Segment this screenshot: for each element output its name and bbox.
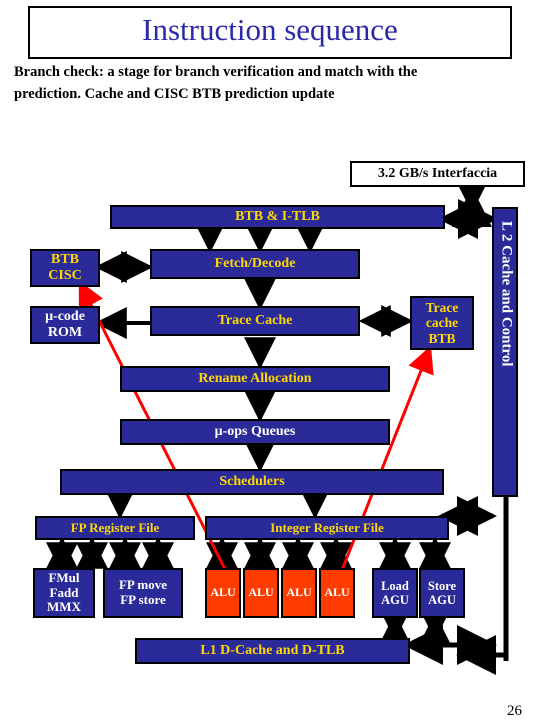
fp-regfile-block: FP Register File	[35, 516, 195, 540]
tcbtb-l1: Trace	[426, 300, 459, 316]
fpmove-l1: FP move	[119, 578, 167, 593]
l2-cache-block: L 2 Cache and Control	[492, 207, 518, 497]
page-title: Instruction sequence	[28, 6, 512, 59]
l2-cache-label: L 2 Cache and Control	[497, 221, 514, 367]
subtitle-line2: prediction. Cache and CISC BTB predictio…	[14, 85, 526, 103]
slide-number: 26	[507, 703, 522, 720]
ucode-rom-block: μ-code ROM	[30, 306, 100, 344]
load-l2: AGU	[381, 593, 409, 607]
alu-2-block: ALU	[243, 568, 279, 618]
rename-alloc-block: Rename Allocation	[120, 366, 390, 392]
load-agu-block: Load AGU	[372, 568, 418, 618]
diagram-stage: 3.2 GB/s Interfaccia BTB & I-TLB BTB CIS…	[0, 161, 540, 726]
fmul-block: FMul Fadd MMX	[33, 568, 95, 618]
fpmove-block: FP move FP store	[103, 568, 183, 618]
load-l1: Load	[381, 579, 409, 593]
fetch-decode-block: Fetch/Decode	[150, 249, 360, 279]
fmul-l1: FMul	[48, 571, 79, 586]
tcbtb-l2: cache	[426, 315, 458, 331]
alu-4-block: ALU	[319, 568, 355, 618]
subtitle-line1: Branch check: a stage for branch verific…	[14, 63, 526, 81]
fpmove-l2: FP store	[120, 593, 166, 608]
btb-cisc-block: BTB CISC	[30, 249, 100, 287]
l1d-block: L1 D-Cache and D-TLB	[135, 638, 410, 664]
store-l1: Store	[428, 579, 456, 593]
ucode-rom-l2: ROM	[48, 325, 82, 341]
trace-cache-block: Trace Cache	[150, 306, 360, 336]
interface-label: 3.2 GB/s Interfaccia	[350, 161, 525, 187]
btb-cisc-l2: CISC	[48, 268, 81, 284]
ucode-rom-l1: μ-code	[45, 309, 85, 325]
fmul-l2: Fadd	[50, 586, 79, 601]
alu-3-block: ALU	[281, 568, 317, 618]
btb-itlb-block: BTB & I-TLB	[110, 205, 445, 229]
trace-cache-btb-block: Trace cache BTB	[410, 296, 474, 350]
tcbtb-l3: BTB	[428, 331, 455, 347]
alu-1-block: ALU	[205, 568, 241, 618]
uops-queues-block: μ-ops Queues	[120, 419, 390, 445]
int-regfile-block: Integer Register File	[205, 516, 449, 540]
btb-cisc-l1: BTB	[51, 252, 79, 268]
store-l2: AGU	[428, 593, 456, 607]
store-agu-block: Store AGU	[419, 568, 465, 618]
schedulers-block: Schedulers	[60, 469, 444, 495]
fmul-l3: MMX	[47, 600, 81, 615]
